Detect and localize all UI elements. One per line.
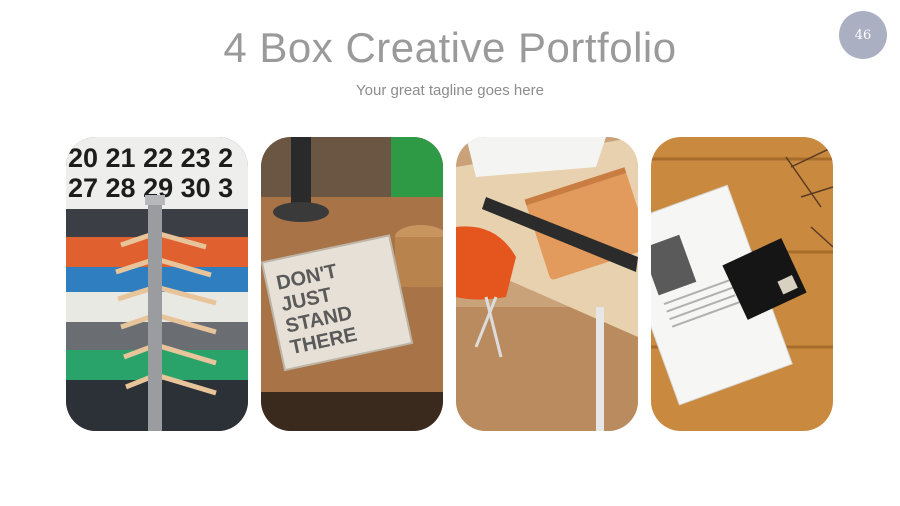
photo-notebook-desk: DON'T JUST STAND THERE [261, 137, 443, 431]
clothing-rack-image: 20 21 22 23 2 27 28 29 30 3 [66, 137, 248, 431]
notebook-desk-image: DON'T JUST STAND THERE [261, 137, 443, 431]
calendar-row-1: 20 21 22 23 2 [68, 143, 233, 173]
slide-title: 4 Box Creative Portfolio [223, 24, 677, 71]
photo-clothing-rack: 20 21 22 23 2 27 28 29 30 3 [66, 137, 248, 431]
slide-tagline: Your great tagline goes here [356, 82, 544, 99]
photo-orange-chair [456, 137, 638, 431]
photo-gallery: 20 21 22 23 2 27 28 29 30 3 DON'T JUST S… [66, 137, 836, 431]
orange-chair-image [456, 137, 638, 431]
photo-magazine-table [651, 137, 833, 431]
page-number-badge: 46 [839, 11, 887, 59]
magazine-table-image [651, 137, 833, 431]
